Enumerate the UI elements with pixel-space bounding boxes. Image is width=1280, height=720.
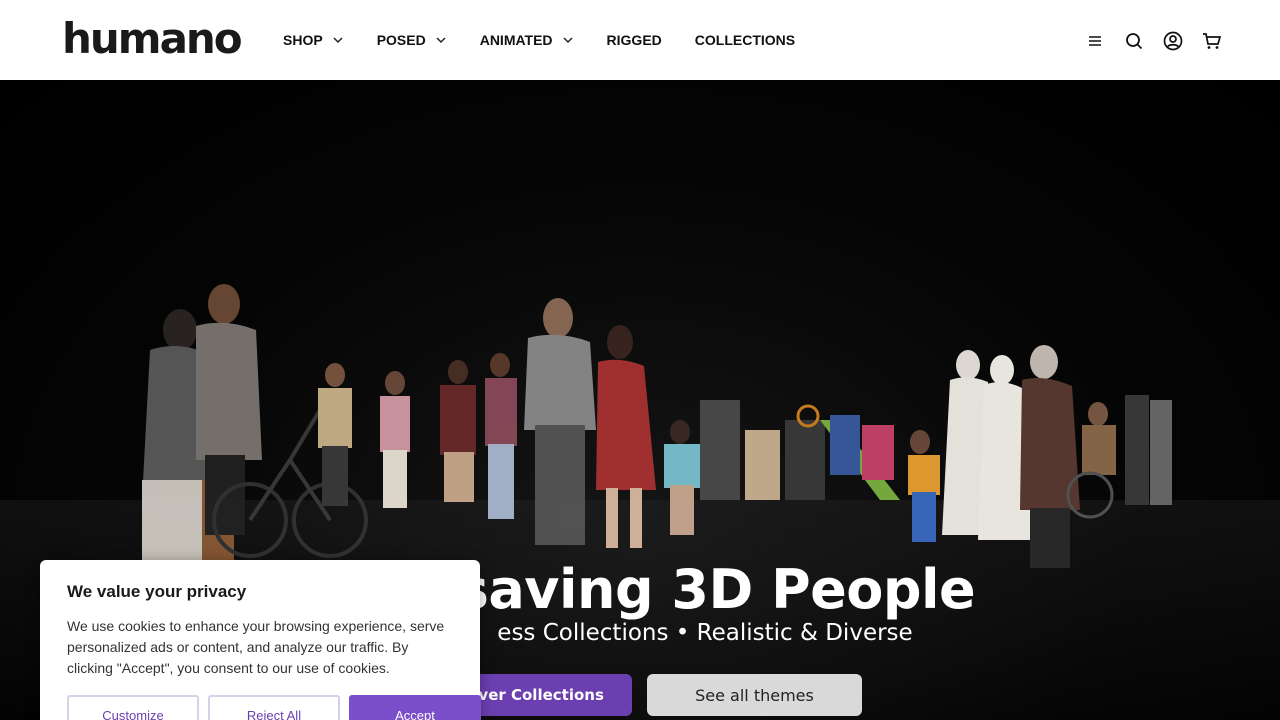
cookie-title: We value your privacy xyxy=(67,582,247,601)
nav-posed[interactable]: POSED xyxy=(377,30,446,50)
reject-all-button[interactable]: Reject All xyxy=(208,695,340,720)
customize-button[interactable]: Customize xyxy=(67,695,199,720)
nav-animated-label: ANIMATED xyxy=(479,32,553,48)
nav-shop-label: SHOP xyxy=(283,32,323,48)
chevron-down-icon xyxy=(563,35,573,45)
nav-collections-label: COLLECTIONS xyxy=(694,32,796,48)
account-icon[interactable] xyxy=(1161,29,1185,53)
nav-shop[interactable]: SHOP xyxy=(283,30,343,50)
nav-animated[interactable]: ANIMATED xyxy=(480,30,573,50)
menu-icon[interactable] xyxy=(1083,29,1107,53)
humano-logo[interactable]: humano xyxy=(62,14,243,64)
header-icons xyxy=(1068,29,1224,53)
chevron-down-icon xyxy=(436,35,446,45)
cookie-text: We use cookies to enhance your browsing … xyxy=(67,618,445,676)
cookie-buttons: Customize Reject All Accept xyxy=(67,695,481,720)
main-nav: SHOP POSED ANIMATED RIGGED COLLECTIONS xyxy=(283,30,828,50)
nav-posed-label: POSED xyxy=(376,32,426,48)
chevron-down-icon xyxy=(333,35,343,45)
search-icon[interactable] xyxy=(1122,29,1146,53)
accept-button[interactable]: Accept xyxy=(349,695,481,720)
nav-collections[interactable]: COLLECTIONS xyxy=(695,30,795,50)
see-all-themes-button[interactable]: See all themes xyxy=(647,674,862,716)
cart-icon[interactable] xyxy=(1200,29,1224,53)
nav-rigged[interactable]: RIGGED xyxy=(607,30,662,50)
site-header: humano SHOP POSED ANIMATED RIGGED COLLEC… xyxy=(0,0,1280,80)
nav-rigged-label: RIGGED xyxy=(606,32,662,48)
cookie-consent-panel: We value your privacy We use cookies to … xyxy=(40,560,481,720)
